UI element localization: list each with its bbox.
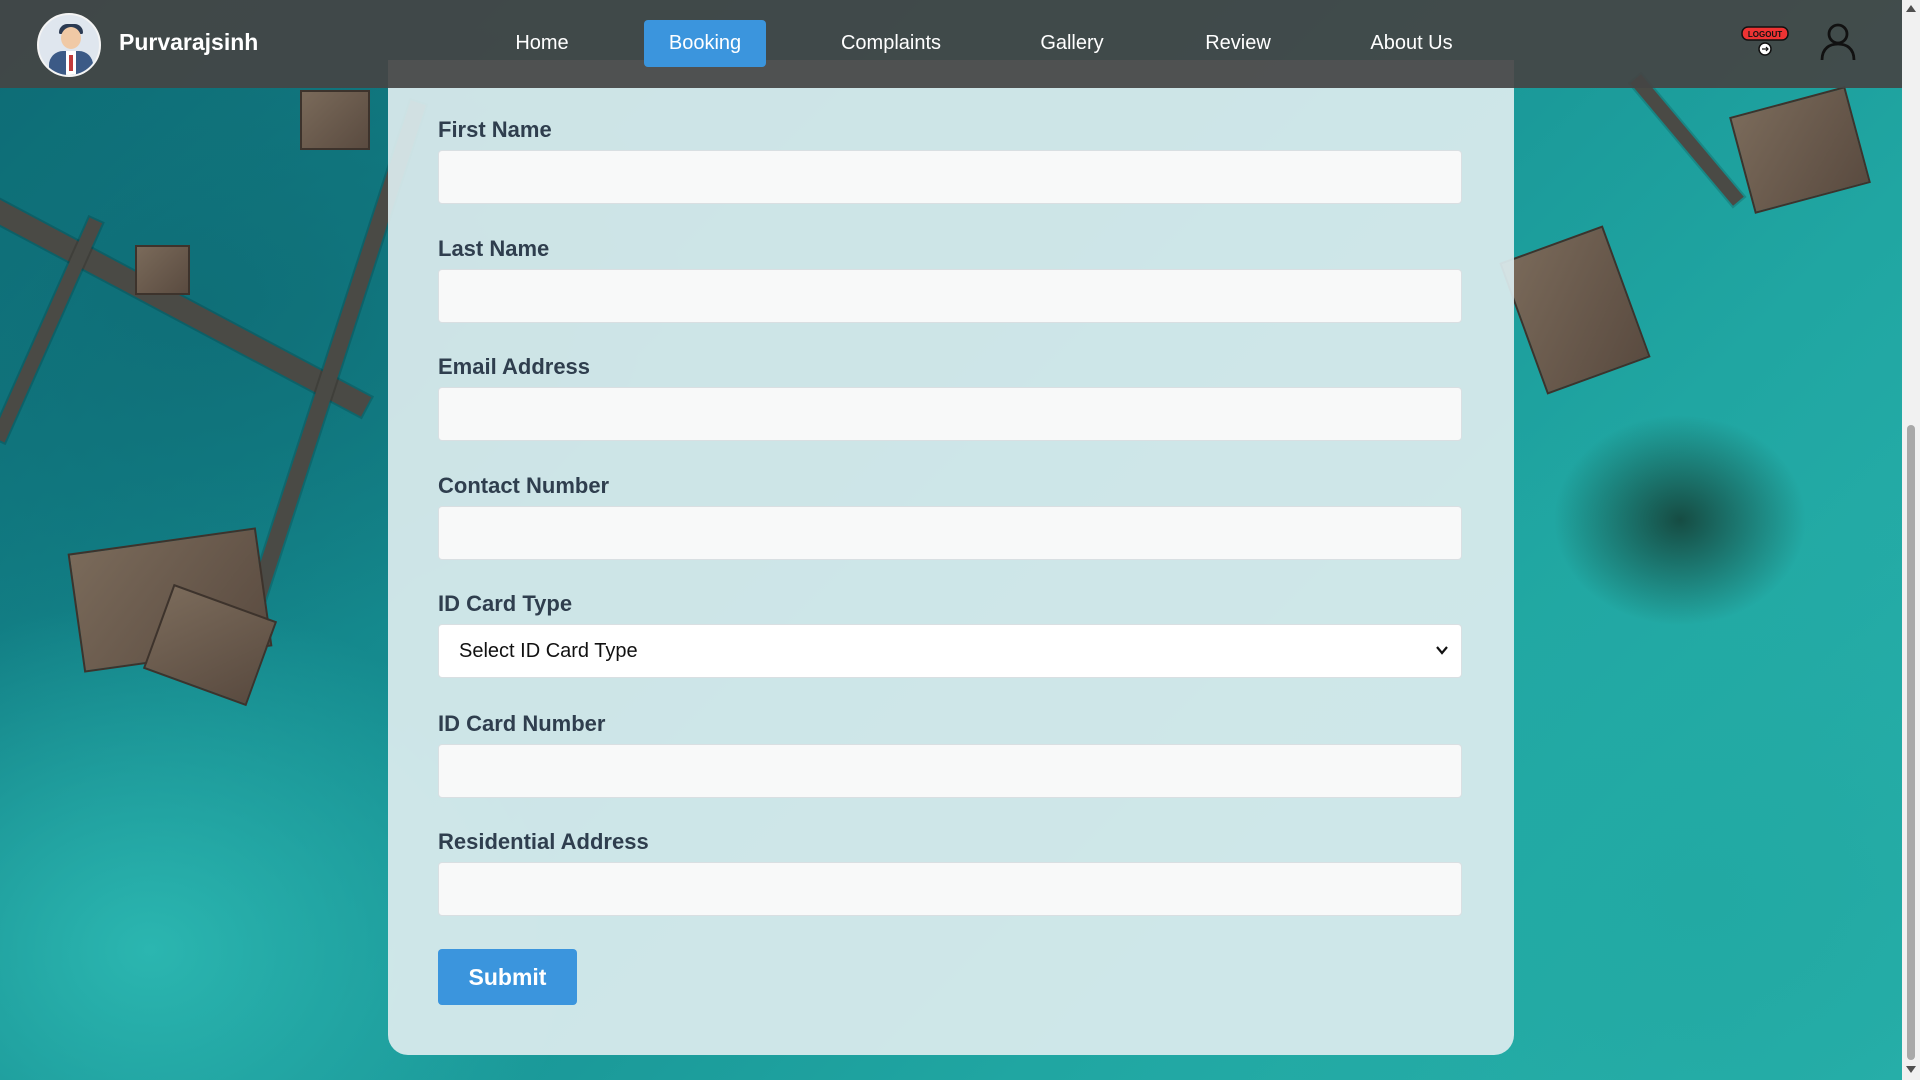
contact-number-label: Contact Number — [438, 473, 610, 498]
id-card-number-input[interactable] — [438, 744, 1462, 798]
last-name-label: Last Name — [438, 236, 550, 261]
scroll-thumb[interactable] — [1907, 425, 1915, 1060]
first-name-input[interactable] — [438, 150, 1462, 204]
residential-address-input[interactable] — [438, 862, 1462, 916]
user-icon[interactable] — [1819, 22, 1857, 62]
page-scrollbar[interactable] — [1902, 0, 1920, 1080]
id-card-type-label: ID Card Type — [438, 591, 573, 616]
email-address-input[interactable] — [438, 387, 1462, 441]
brand-name: Purvarajsinh — [119, 29, 259, 55]
logout-icon[interactable]: LOGOUT — [1740, 25, 1790, 57]
id-card-type-select[interactable]: Select ID Card Type — [438, 624, 1462, 678]
nav-review-link[interactable]: Review — [1195, 20, 1281, 67]
nav-home-link[interactable]: Home — [503, 20, 581, 67]
email-address-label: Email Address — [438, 354, 591, 379]
residential-address-label: Residential Address — [438, 829, 649, 854]
avatar-icon[interactable] — [37, 13, 101, 77]
scroll-down-arrow-icon[interactable] — [1906, 1066, 1916, 1073]
first-name-label: First Name — [438, 117, 552, 142]
last-name-input[interactable] — [438, 269, 1462, 323]
nav-complaints-link[interactable]: Complaints — [830, 20, 952, 67]
top-navbar: Purvarajsinh Home Booking Complaints Gal… — [0, 0, 1902, 88]
id-card-type-selected-value: Select ID Card Type — [459, 639, 638, 662]
contact-number-input[interactable] — [438, 506, 1462, 560]
submit-button[interactable]: Submit — [438, 949, 577, 1005]
booking-form-card: First Name Last Name Email Address Conta… — [388, 60, 1514, 1055]
nav-booking-link[interactable]: Booking — [644, 20, 766, 67]
id-card-number-label: ID Card Number — [438, 711, 606, 736]
chevron-down-icon — [1436, 646, 1448, 655]
scroll-up-arrow-icon[interactable] — [1906, 5, 1916, 12]
nav-gallery-link[interactable]: Gallery — [1030, 20, 1114, 67]
logout-icon-label: LOGOUT — [1748, 30, 1782, 39]
nav-about-us-link[interactable]: About Us — [1360, 20, 1463, 67]
